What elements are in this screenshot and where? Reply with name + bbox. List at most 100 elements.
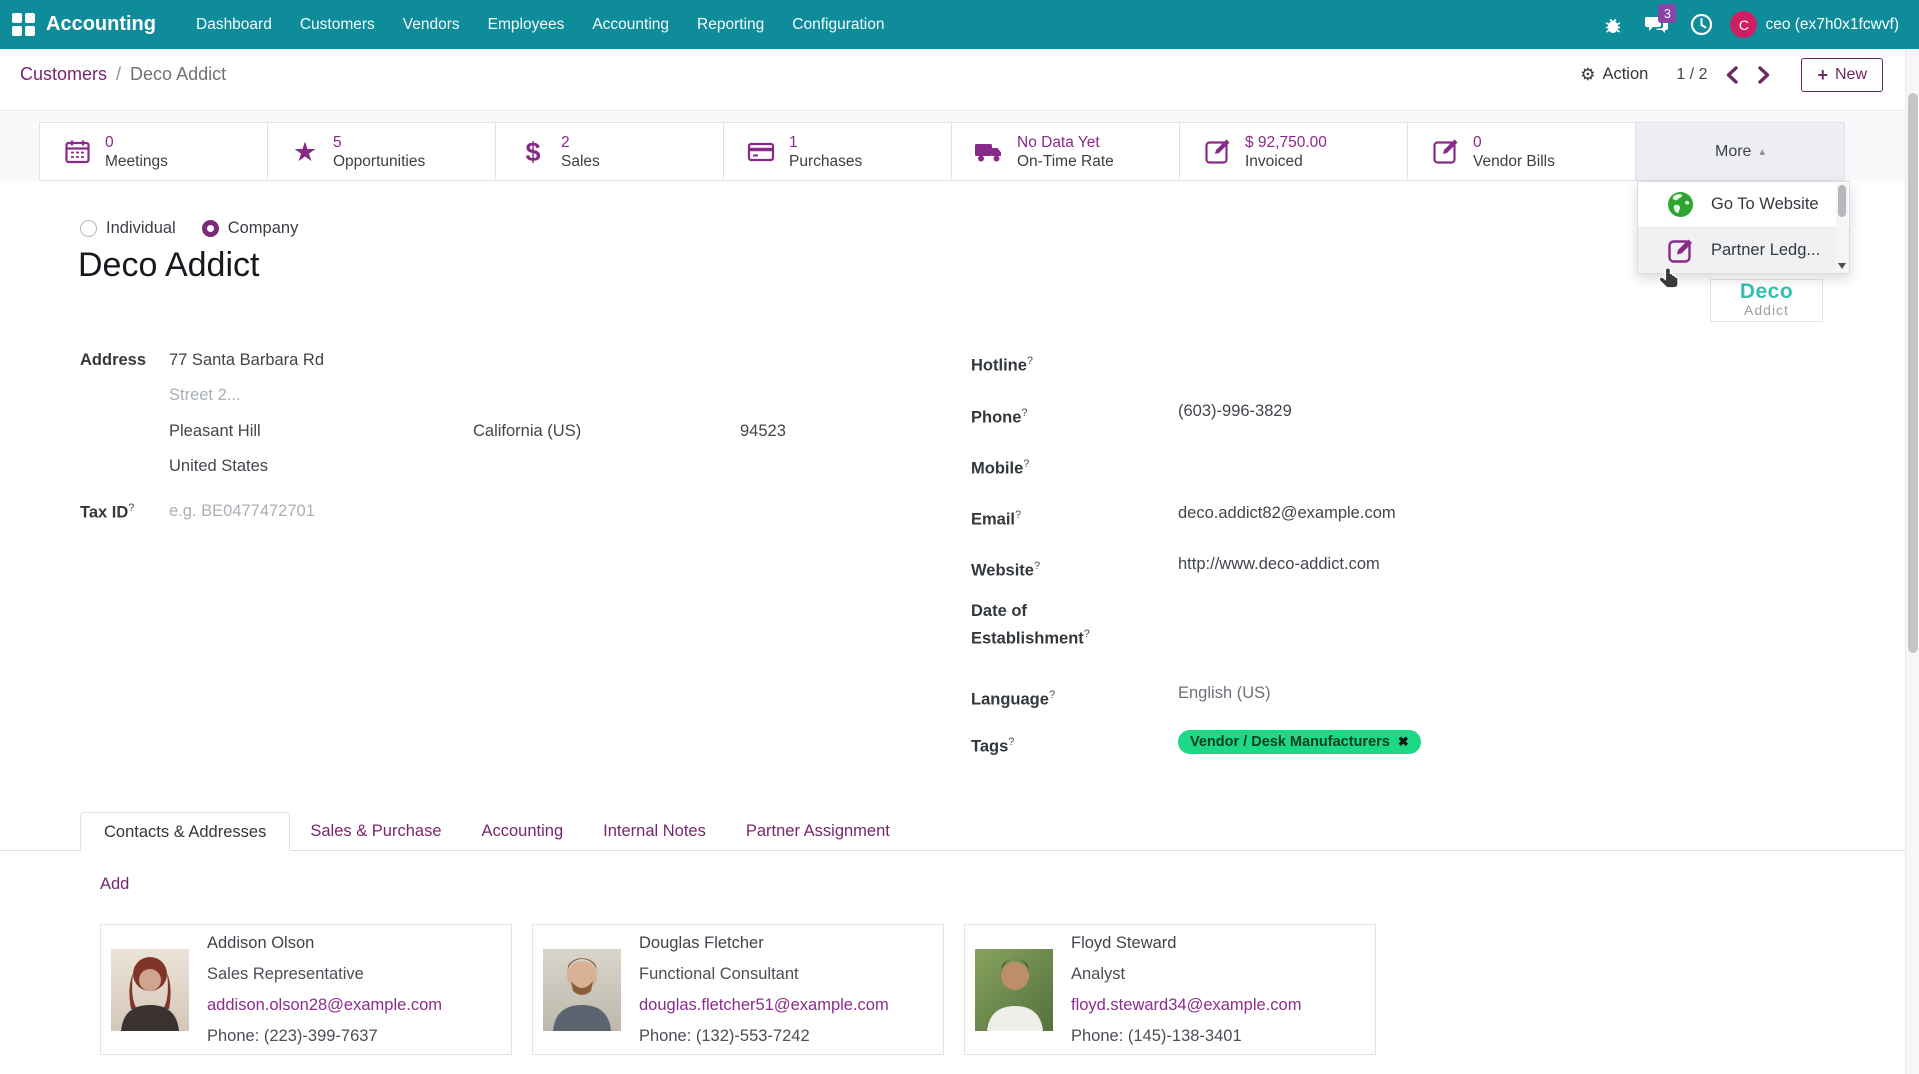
contact-role: Sales Representative xyxy=(207,959,442,990)
company-logo[interactable]: Deco Addict xyxy=(1710,279,1823,322)
phone-label: Phone? xyxy=(971,402,1146,430)
tab-accounting[interactable]: Accounting xyxy=(462,812,584,850)
contact-photo xyxy=(111,949,189,1031)
plus-icon: + xyxy=(1817,68,1828,82)
control-panel: Customers / Deco Addict ⚙ Action 1 / 2 +… xyxy=(0,49,1905,100)
top-navbar: Accounting Dashboard Customers Vendors E… xyxy=(0,0,1919,49)
stat-button-vendor-bills[interactable]: 0Vendor Bills xyxy=(1407,122,1636,181)
new-button[interactable]: + New xyxy=(1801,58,1883,92)
tag-vendor-desk-manufacturers[interactable]: Vendor / Desk Manufacturers ✖ xyxy=(1178,730,1421,754)
form-sheet: 0Meetings ★ 5Opportunities $ 2Sales 1Pur… xyxy=(0,100,1905,1074)
radio-individual[interactable]: Individual xyxy=(80,219,176,238)
credit-card-icon xyxy=(747,140,775,164)
contact-card[interactable]: Floyd Steward Analyst floyd.steward34@ex… xyxy=(964,924,1376,1055)
street2-field[interactable]: Street 2... xyxy=(169,386,241,405)
language-field[interactable]: English (US) xyxy=(1178,684,1271,703)
contact-email[interactable]: floyd.steward34@example.com xyxy=(1071,990,1301,1021)
nav-item-vendors[interactable]: Vendors xyxy=(389,0,474,49)
zip-field[interactable]: 94523 xyxy=(740,422,786,441)
chevron-left-icon xyxy=(1725,66,1738,84)
debug-button[interactable] xyxy=(1594,0,1632,49)
nav-item-reporting[interactable]: Reporting xyxy=(683,0,778,49)
nav-item-accounting[interactable]: Accounting xyxy=(578,0,683,49)
globe-icon xyxy=(1667,191,1694,218)
action-button[interactable]: ⚙ Action xyxy=(1580,65,1648,85)
stat-button-meetings[interactable]: 0Meetings xyxy=(39,122,268,181)
dropdown-scrollbar-thumb[interactable] xyxy=(1838,185,1846,217)
contact-card[interactable]: Addison Olson Sales Representative addis… xyxy=(100,924,512,1055)
add-contact-link[interactable]: Add xyxy=(100,875,129,894)
contact-card[interactable]: Douglas Fletcher Functional Consultant d… xyxy=(532,924,944,1055)
page-scrollbar-thumb[interactable] xyxy=(1908,93,1918,653)
menu-item-go-to-website[interactable]: Go To Website xyxy=(1638,182,1849,227)
star-icon: ★ xyxy=(293,139,317,165)
nav-item-dashboard[interactable]: Dashboard xyxy=(182,0,286,49)
partner-name-title[interactable]: Deco Addict xyxy=(78,246,259,285)
tab-partner-assignment[interactable]: Partner Assignment xyxy=(726,812,910,850)
contact-phone: Phone: (145)-138-3401 xyxy=(1071,1021,1301,1052)
contact-photo xyxy=(543,949,621,1031)
contact-name: Floyd Steward xyxy=(1071,928,1301,959)
avatar: C xyxy=(1730,11,1757,38)
edit-icon xyxy=(1432,138,1459,165)
pager-previous-button[interactable] xyxy=(1723,64,1740,86)
dropdown-scrollbar[interactable] xyxy=(1836,183,1848,272)
email-field[interactable]: deco.addict82@example.com xyxy=(1178,504,1396,523)
radio-circle-icon xyxy=(80,220,97,237)
contact-phone: Phone: (223)-399-7637 xyxy=(207,1021,442,1052)
scroll-down-arrow-icon xyxy=(1838,263,1846,269)
messages-button[interactable]: 3 xyxy=(1638,0,1676,49)
contact-name: Douglas Fletcher xyxy=(639,928,889,959)
radio-circle-checked-icon xyxy=(202,220,219,237)
remove-tag-icon[interactable]: ✖ xyxy=(1398,734,1409,750)
street-field[interactable]: 77 Santa Barbara Rd xyxy=(169,351,324,370)
nav-item-customers[interactable]: Customers xyxy=(286,0,389,49)
city-field[interactable]: Pleasant Hill xyxy=(169,422,261,441)
country-field[interactable]: United States xyxy=(169,457,268,476)
tab-sales-purchase[interactable]: Sales & Purchase xyxy=(290,812,461,850)
user-menu[interactable]: C ceo (ex7h0x1fcwvf) xyxy=(1726,11,1903,38)
apps-menu-button[interactable] xyxy=(0,0,46,49)
stat-button-on-time-rate[interactable]: No Data YetOn-Time Rate xyxy=(951,122,1180,181)
mouse-cursor xyxy=(1657,266,1683,294)
stat-button-purchases[interactable]: 1Purchases xyxy=(723,122,952,181)
breadcrumb: Customers / Deco Addict xyxy=(20,64,226,85)
radio-company[interactable]: Company xyxy=(202,219,299,238)
help-marker: ? xyxy=(128,502,134,514)
contact-name: Addison Olson xyxy=(207,928,442,959)
clock-icon xyxy=(1690,13,1713,36)
page-scrollbar[interactable] xyxy=(1905,49,1919,1074)
tab-internal-notes[interactable]: Internal Notes xyxy=(583,812,726,850)
bug-icon xyxy=(1603,15,1623,35)
app-brand[interactable]: Accounting xyxy=(46,13,156,36)
mobile-label: Mobile? xyxy=(971,453,1146,481)
activities-button[interactable] xyxy=(1682,0,1720,49)
more-dropdown-menu: Go To Website Partner Ledg... xyxy=(1637,181,1850,274)
nav-item-configuration[interactable]: Configuration xyxy=(778,0,898,49)
breadcrumb-current: Deco Addict xyxy=(130,64,226,85)
stat-button-invoiced[interactable]: $ 92,750.00Invoiced xyxy=(1179,122,1408,181)
stat-button-opportunities[interactable]: ★ 5Opportunities xyxy=(267,122,496,181)
contact-email[interactable]: douglas.fletcher51@example.com xyxy=(639,990,889,1021)
stat-button-sales[interactable]: $ 2Sales xyxy=(495,122,724,181)
notification-badge: 3 xyxy=(1658,4,1676,23)
nav-item-employees[interactable]: Employees xyxy=(474,0,579,49)
website-field[interactable]: http://www.deco-addict.com xyxy=(1178,555,1380,574)
stat-button-box: 0Meetings ★ 5Opportunities $ 2Sales 1Pur… xyxy=(40,122,1845,181)
contact-email[interactable]: addison.olson28@example.com xyxy=(207,990,442,1021)
breadcrumb-parent[interactable]: Customers xyxy=(20,64,107,85)
tab-contacts-addresses[interactable]: Contacts & Addresses xyxy=(80,812,290,851)
date-of-establishment-label: Date of Establishment? xyxy=(971,600,1146,651)
gear-icon: ⚙ xyxy=(1580,65,1595,85)
phone-field[interactable]: (603)-996-3829 xyxy=(1178,402,1292,421)
notebook-tabs: Contacts & Addresses Sales & Purchase Ac… xyxy=(0,812,1905,851)
company-type-selector: Individual Company xyxy=(80,219,298,238)
pager: 1 / 2 xyxy=(1676,64,1773,86)
pager-counter: 1 / 2 xyxy=(1676,66,1707,84)
state-field[interactable]: California (US) xyxy=(473,422,581,441)
edit-icon xyxy=(1667,237,1694,264)
more-button[interactable]: More ▴ xyxy=(1635,122,1845,181)
tax-id-field[interactable]: e.g. BE0477472701 xyxy=(169,502,315,521)
pager-next-button[interactable] xyxy=(1756,64,1773,86)
truck-icon xyxy=(974,140,1004,164)
